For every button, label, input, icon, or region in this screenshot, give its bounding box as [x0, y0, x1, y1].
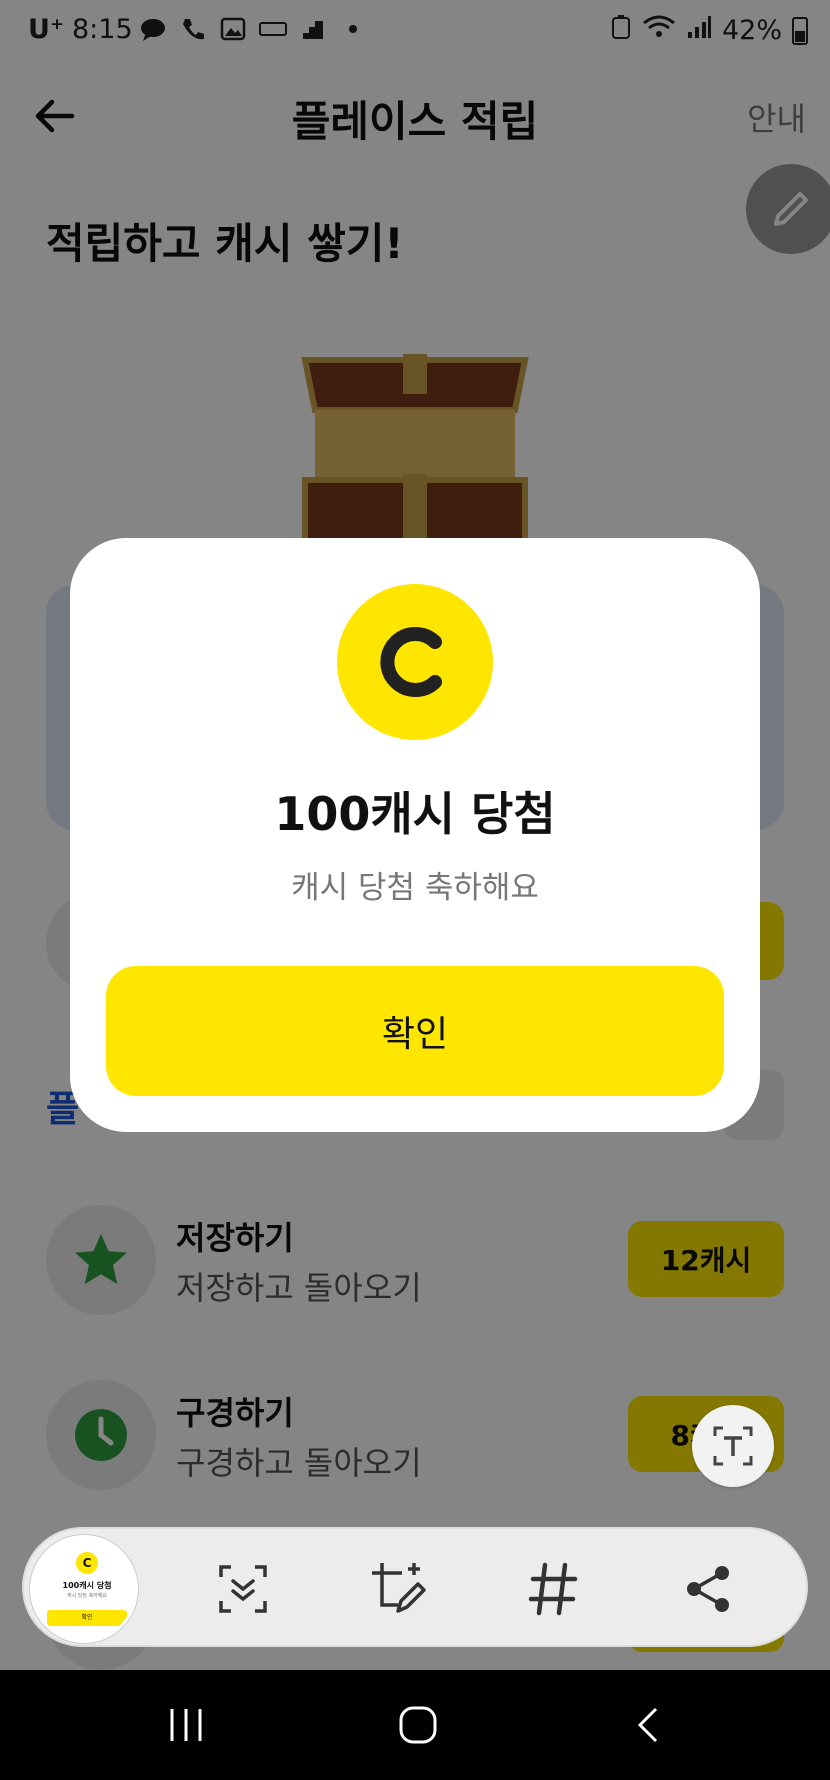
cash-coin-icon [337, 584, 493, 740]
recent-apps-button[interactable] [156, 1700, 216, 1750]
home-icon [399, 1706, 437, 1744]
dialog-title: 100캐시 당첨 [274, 787, 556, 841]
thumbnail-subtitle: 캐시 당첨 축하해요 [67, 1593, 107, 1599]
thumbnail-button: 확인 [47, 1610, 127, 1626]
crop-draw-icon [372, 1563, 426, 1613]
scroll-capture-icon [219, 1565, 267, 1613]
back-nav-button[interactable] [620, 1700, 680, 1750]
hashtag-button[interactable] [519, 1555, 587, 1623]
hashtag-icon [528, 1562, 578, 1616]
text-scan-icon [713, 1426, 753, 1466]
share-button[interactable] [674, 1555, 742, 1623]
screenshot-thumbnail[interactable]: C 100캐시 당첨 캐시 당첨 축하해요 확인 [30, 1535, 138, 1643]
app-screen: U⁺ 8:15 42% 플레이스 적립 안내 적립하고 캐시 쌓기! 플 저장하… [0, 0, 830, 1780]
thumbnail-preview: C 100캐시 당첨 캐시 당첨 축하해요 확인 [41, 1546, 133, 1638]
extract-text-button[interactable] [692, 1405, 774, 1487]
home-button[interactable] [388, 1700, 448, 1750]
draw-button[interactable] [364, 1555, 432, 1623]
share-icon [687, 1566, 729, 1612]
recent-apps-icon [170, 1709, 202, 1741]
system-nav-bar [0, 1670, 830, 1780]
dialog-subtitle: 캐시 당첨 축하해요 [291, 870, 539, 906]
thumbnail-title: 100캐시 당첨 [62, 1581, 112, 1590]
thumbnail-coin: C [76, 1552, 98, 1574]
screenshot-toolbar: C 100캐시 당첨 캐시 당첨 축하해요 확인 [22, 1527, 808, 1647]
chevron-left-icon [637, 1707, 658, 1743]
reward-dialog: 100캐시 당첨 캐시 당첨 축하해요 확인 [70, 538, 760, 1132]
confirm-button[interactable]: 확인 [106, 966, 724, 1096]
scroll-capture-button[interactable] [209, 1555, 277, 1623]
